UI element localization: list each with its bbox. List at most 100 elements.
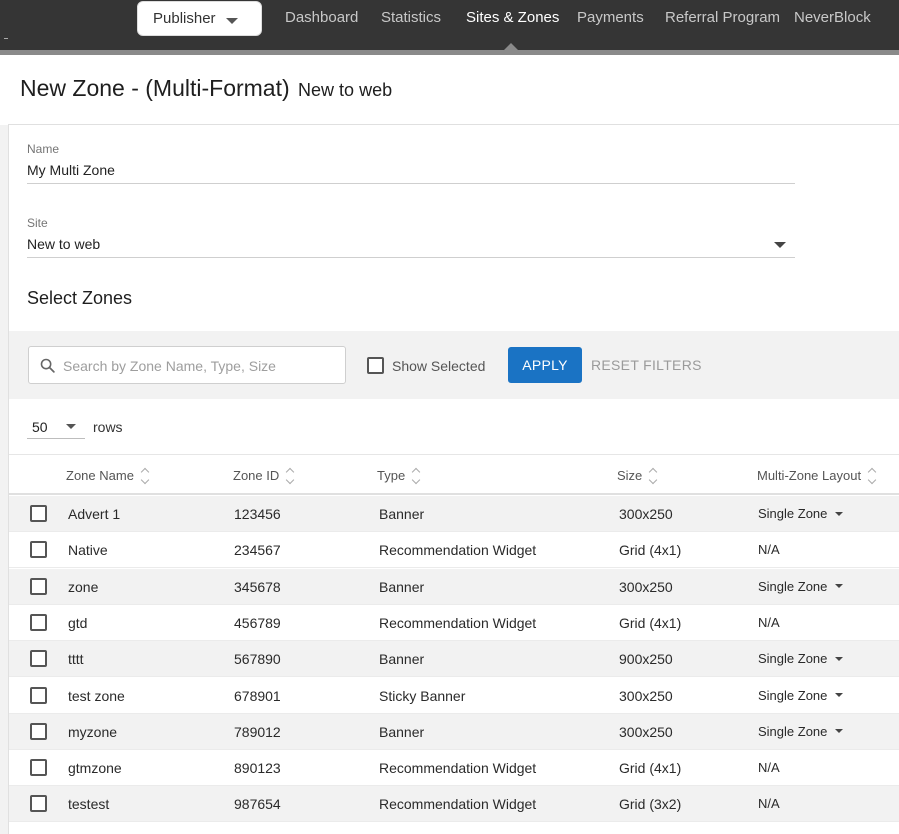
row-select-checkbox[interactable] <box>30 541 47 559</box>
chevron-down-icon <box>835 729 844 734</box>
search-box[interactable] <box>28 346 346 384</box>
row-select-checkbox[interactable] <box>30 613 47 631</box>
zone-size-cell: 300x250 <box>619 506 673 522</box>
row-select-checkbox[interactable] <box>30 686 47 704</box>
layout-cell: N/A <box>758 615 780 630</box>
page-title: New Zone - (Multi-Format) New to web <box>20 75 392 102</box>
column-header-label: Size <box>617 468 643 483</box>
publisher-dropdown[interactable]: Publisher <box>137 1 262 36</box>
zone-name-cell: testest <box>68 796 110 813</box>
layout-value: Single Zone <box>758 578 828 594</box>
chevron-down-icon <box>226 18 238 24</box>
top-nav: Publisher Dashboard Statistics Sites & Z… <box>0 0 899 51</box>
layout-select[interactable]: Single Zone <box>758 578 844 594</box>
nav-link-referral-program[interactable]: Referral Program <box>665 9 780 26</box>
row-select-checkbox[interactable] <box>30 577 47 595</box>
rows-per-page-select[interactable]: 50 <box>27 415 85 439</box>
layout-value: N/A <box>758 796 780 812</box>
nav-link-payments[interactable]: Payments <box>577 9 644 26</box>
layout-cell: N/A <box>758 796 780 811</box>
zone-type-cell: Banner <box>379 578 425 595</box>
chevron-down-icon <box>835 584 844 589</box>
zone-type-cell: Banner <box>379 651 425 668</box>
site-select[interactable]: New to web <box>27 236 100 252</box>
zone-id-cell: 234567 <box>234 542 281 559</box>
publisher-label: Publisher <box>153 10 216 27</box>
table-row[interactable]: Advert 1 123456 Banner 300x250 Single Zone <box>9 496 899 532</box>
table-row[interactable]: testest 987654 Recommendation Widget Grid (… <box>9 786 899 823</box>
sort-icon <box>286 467 295 484</box>
row-select-checkbox[interactable] <box>30 722 47 740</box>
search-icon <box>40 358 55 373</box>
search-input[interactable] <box>63 355 339 377</box>
apply-button[interactable]: APPLY <box>508 347 582 383</box>
layout-value: Single Zone <box>758 723 828 739</box>
zone-name-cell: test zone <box>68 687 125 704</box>
show-selected-toggle[interactable]: Show Selected <box>367 357 485 374</box>
zone-size-cell: Grid (4x1) <box>619 542 682 559</box>
row-select-checkbox[interactable] <box>30 759 47 777</box>
zone-type-cell: Recommendation Widget <box>379 614 537 631</box>
zone-type-cell: Recommendation Widget <box>379 796 537 813</box>
filter-bar: Show Selected APPLY RESET FILTERS <box>9 331 899 399</box>
site-label: Site <box>27 216 48 230</box>
name-field[interactable]: My Multi Zone <box>27 162 115 178</box>
row-select-checkbox[interactable] <box>30 795 47 813</box>
nav-link-statistics[interactable]: Statistics <box>381 9 441 26</box>
reset-filters-button[interactable]: RESET FILTERS <box>591 357 702 373</box>
layout-value: N/A <box>758 542 780 558</box>
page-title-text: New Zone - (Multi-Format) <box>20 75 290 101</box>
table-row[interactable]: tttt 567890 Banner 900x250 Single Zone <box>9 641 899 678</box>
table-row[interactable]: test zone 678901 Sticky Banner 300x250 Singl… <box>9 677 899 714</box>
nav-link-sites-zones[interactable]: Sites & Zones <box>466 9 559 26</box>
chevron-down-icon <box>835 656 844 661</box>
zone-id-cell: 456789 <box>234 614 281 631</box>
layout-value: Single Zone <box>758 687 828 703</box>
table-row[interactable]: gtmzone 890123 Recommendation Widget Grid (… <box>9 750 899 787</box>
table-row[interactable]: gtd 456789 Recommendation Widget Grid (4x1)… <box>9 604 899 641</box>
layout-select[interactable]: Single Zone <box>758 651 844 666</box>
column-header-size[interactable]: Size <box>617 467 658 484</box>
nav-link-dashboard[interactable]: Dashboard <box>285 9 358 26</box>
column-header-zone-name[interactable]: Zone Name <box>66 467 150 484</box>
column-header-multi-zone-layout[interactable]: Multi-Zone Layout <box>757 467 877 484</box>
zone-name-cell: zone <box>68 578 99 595</box>
column-header-label: Multi-Zone Layout <box>757 468 862 483</box>
zone-type-cell: Recommendation Widget <box>379 760 537 777</box>
zone-name-cell: gtmzone <box>68 760 122 777</box>
rows-per-page-value: 50 <box>32 419 48 435</box>
row-select-checkbox[interactable] <box>30 650 47 668</box>
zone-size-cell: Grid (3x2) <box>619 796 682 813</box>
layout-cell: N/A <box>758 542 780 557</box>
zone-size-cell: Grid (4x1) <box>619 614 682 631</box>
layout-cell: N/A <box>758 760 780 775</box>
layout-select[interactable]: Single Zone <box>758 506 844 521</box>
layout-select[interactable]: Single Zone <box>758 687 844 703</box>
nav-link-neverblock[interactable]: NeverBlock <box>794 9 871 26</box>
zone-form-card: Name My Multi Zone Site New to web Selec… <box>8 124 899 834</box>
table-row[interactable]: myzone 789012 Banner 300x250 Single Zone <box>9 713 899 750</box>
site-field-underline <box>27 257 795 258</box>
table-row[interactable]: zone 345678 Banner 300x250 Single Zone <box>9 568 899 605</box>
select-zones-title: Select Zones <box>27 288 133 308</box>
zone-size-cell: 300x250 <box>619 687 673 704</box>
show-selected-checkbox[interactable] <box>367 357 384 374</box>
table-row[interactable]: Native 234567 Recommendation Widget Grid (4… <box>9 532 899 569</box>
column-header-zone-id[interactable]: Zone ID <box>233 467 295 484</box>
zone-name-cell: tttt <box>68 651 84 668</box>
chevron-down-icon <box>66 424 76 429</box>
row-select-checkbox[interactable] <box>30 505 47 522</box>
zone-name-cell: gtd <box>68 614 88 631</box>
column-header-label: Zone Name <box>66 468 134 483</box>
zone-size-cell: 900x250 <box>619 651 673 668</box>
zone-size-cell: 300x250 <box>619 723 673 740</box>
chevron-down-icon[interactable] <box>774 242 786 248</box>
zone-type-cell: Banner <box>379 506 425 522</box>
name-label: Name <box>27 142 60 156</box>
column-header-type[interactable]: Type <box>377 467 421 484</box>
zone-id-cell: 678901 <box>234 687 281 704</box>
zone-type-cell: Recommendation Widget <box>379 542 537 559</box>
rows-label: rows <box>93 419 123 435</box>
layout-select[interactable]: Single Zone <box>758 723 844 739</box>
nav-dot <box>4 38 8 39</box>
